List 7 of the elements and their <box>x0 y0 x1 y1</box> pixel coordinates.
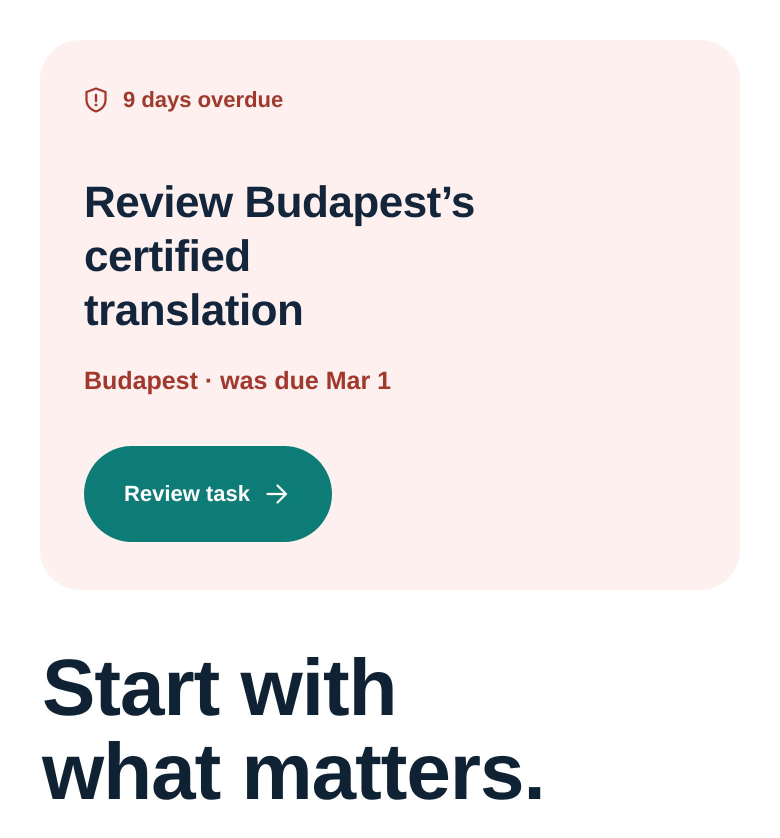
task-title: Review Budapest’s certified translation <box>84 177 476 337</box>
page-headline: Start with what matters. <box>42 646 546 814</box>
review-task-button[interactable]: Review task <box>84 446 332 542</box>
shield-alert-icon <box>84 87 108 113</box>
overdue-status: 9 days overdue <box>123 88 284 112</box>
arrow-right-icon <box>266 484 288 504</box>
task-due-info: Budapest · was due Mar 1 <box>84 367 392 395</box>
